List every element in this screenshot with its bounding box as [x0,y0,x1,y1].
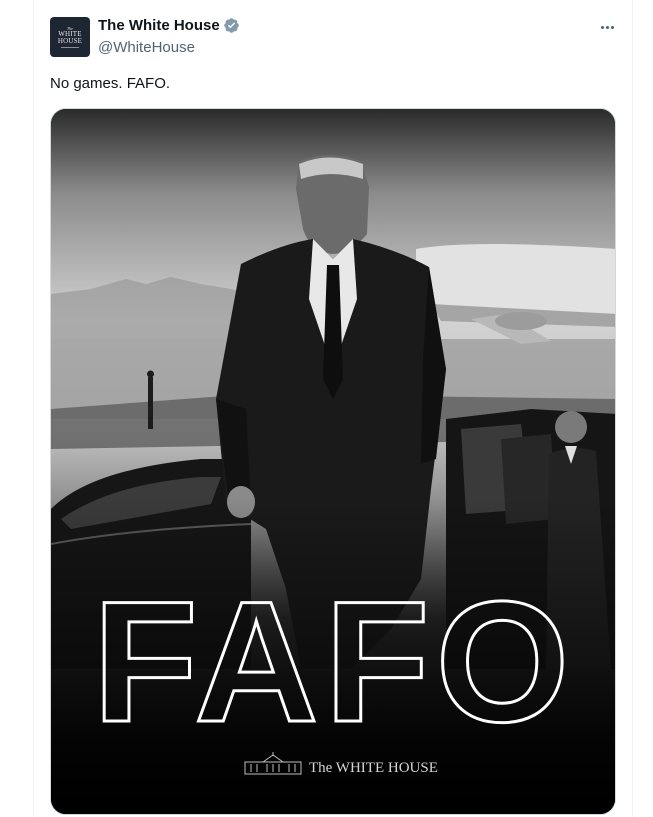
tweet-text: No games. FAFO. [50,75,171,92]
timeline-border-right [632,0,633,817]
author-name[interactable]: The White House [98,17,220,34]
dot [605,25,609,29]
logo-text: The WHITE HOUSE [309,760,438,776]
avatar-rule [61,46,79,48]
tweet-media[interactable]: FAFO The WHITE HOUSE [50,108,616,815]
dot [600,25,604,29]
more-options-icon[interactable] [596,18,618,36]
media-photo: FAFO The WHITE HOUSE [51,109,615,814]
avatar[interactable]: The WHITE HOUSE [50,17,90,57]
fafo-headline: FAFO [93,566,576,758]
avatar-line2: HOUSE [57,36,83,45]
author-name-row[interactable]: The White House [98,17,240,34]
timeline-border-left [33,0,34,817]
verified-badge-icon [223,18,239,33]
dot [610,25,614,29]
author-handle[interactable]: @WhiteHouse [98,39,195,56]
